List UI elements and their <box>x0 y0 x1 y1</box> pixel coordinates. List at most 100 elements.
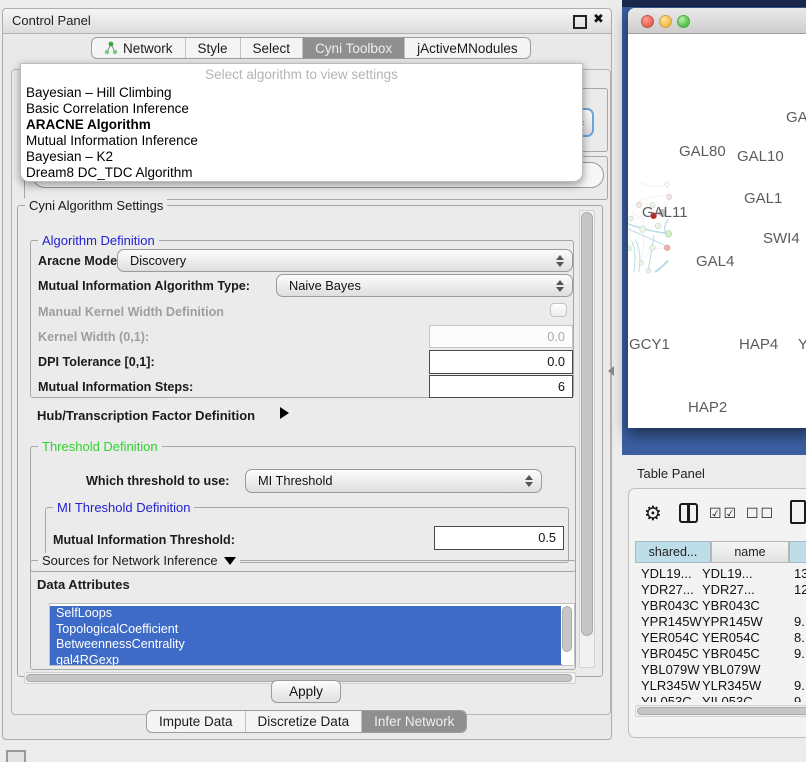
algorithm-option[interactable]: Mutual Information Inference <box>26 133 198 148</box>
settings-vscrollbar-thumb[interactable] <box>581 212 593 636</box>
settings-vscrollbar[interactable] <box>579 210 595 668</box>
columns-icon[interactable] <box>679 503 698 523</box>
sources-group: Sources for Network Inference Data Attri… <box>30 560 576 670</box>
cell[interactable]: 13 <box>794 566 806 581</box>
manual-kernel-label: Manual Kernel Width Definition <box>38 305 224 319</box>
dpi-tolerance-field[interactable]: 0.0 <box>429 350 573 374</box>
data-attributes-list[interactable]: SelfLoops TopologicalCoefficient Between… <box>49 603 575 666</box>
cell[interactable]: YER054C <box>641 630 699 645</box>
mi-threshold-field[interactable]: 0.5 <box>434 526 564 550</box>
traffic-light-zoom[interactable] <box>677 15 690 28</box>
algorithm-option[interactable]: Dream8 DC_TDC Algorithm <box>26 165 193 180</box>
tab-style[interactable]: Style <box>186 38 241 58</box>
collapsed-panel-button[interactable] <box>6 750 26 762</box>
control-panel-titlebar[interactable]: Control Panel ✖ <box>3 9 611 34</box>
cyni-settings-title: Cyni Algorithm Settings <box>25 198 167 213</box>
tab-cyni-toolbox[interactable]: Cyni Toolbox <box>303 38 405 58</box>
sources-collapse-arrow-icon[interactable] <box>224 557 236 565</box>
mi-type-label: Mutual Information Algorithm Type: <box>38 279 250 293</box>
table-hscrollbar[interactable] <box>635 705 806 717</box>
node-unlabeled[interactable] <box>665 182 670 187</box>
cell[interactable]: YDL19... <box>641 566 692 581</box>
cell[interactable]: YLR345W <box>641 678 700 693</box>
cell[interactable]: 9 <box>794 694 801 702</box>
tab-network[interactable]: Network <box>92 38 186 58</box>
list-vscrollbar-thumb[interactable] <box>562 606 572 652</box>
cell[interactable]: YIL053C <box>641 694 692 702</box>
manual-kernel-checkbox[interactable] <box>550 303 567 317</box>
table-hscrollbar-thumb[interactable] <box>637 707 806 715</box>
combo-arrows-icon <box>524 474 533 488</box>
cell[interactable]: 9. <box>794 646 805 661</box>
cell[interactable]: YLR345W <box>702 678 761 693</box>
list-item[interactable]: BetweennessCentrality <box>50 637 568 653</box>
tab-infer-network[interactable]: Infer Network <box>362 711 466 732</box>
apply-button[interactable]: Apply <box>271 680 341 703</box>
cell[interactable]: YBR045C <box>702 646 760 661</box>
cell[interactable]: YIL053C <box>702 694 753 702</box>
column-header-name[interactable]: name <box>711 541 789 563</box>
node-gal80[interactable] <box>636 202 641 207</box>
node-bottom[interactable] <box>646 269 651 274</box>
node-gal4[interactable] <box>640 226 646 232</box>
cell[interactable]: 12 <box>794 582 806 597</box>
checked-boxes-icon[interactable]: ☑☑ <box>709 506 738 522</box>
node-gcy1[interactable] <box>628 246 631 251</box>
node-label-hap4: HAP4 <box>739 336 778 353</box>
control-panel-tab-strip: Network Style Select Cyni Toolbox jActiv… <box>91 37 531 59</box>
cell[interactable]: 9. <box>794 614 805 629</box>
cell[interactable]: YBR043C <box>641 598 699 613</box>
tab-jactivemnodules[interactable]: jActiveMNodules <box>405 38 530 58</box>
hub-definition-label: Hub/Transcription Factor Definition <box>37 408 255 423</box>
traffic-light-minimize[interactable] <box>659 15 672 28</box>
node-gal-right[interactable] <box>667 194 672 199</box>
kernel-width-field[interactable]: 0.0 <box>429 325 573 348</box>
cell[interactable]: YER054C <box>702 630 760 645</box>
which-threshold-combo[interactable]: MI Threshold <box>245 469 542 493</box>
file-icon[interactable] <box>790 500 806 524</box>
cell[interactable]: YBR043C <box>702 598 760 613</box>
cell[interactable]: YBR045C <box>641 646 699 661</box>
list-item[interactable]: TopologicalCoefficient <box>50 622 568 638</box>
node-hap2[interactable] <box>639 261 644 266</box>
cell[interactable]: YPR145W <box>702 614 763 629</box>
column-header-shared[interactable]: shared... <box>635 541 711 563</box>
hub-expand-arrow-icon[interactable] <box>280 407 289 419</box>
column-header-cut[interactable] <box>789 541 806 563</box>
network-window-titlebar[interactable] <box>628 8 806 34</box>
node-y[interactable] <box>664 245 670 251</box>
unchecked-boxes-icon[interactable]: ☐☐ <box>746 506 775 522</box>
algorithm-option[interactable]: Bayesian – Hill Climbing <box>26 85 172 100</box>
cell[interactable]: YDL19... <box>702 566 753 581</box>
algorithm-option-selected[interactable]: ARACNE Algorithm <box>26 117 151 132</box>
cell[interactable]: YBL079W <box>702 662 761 677</box>
list-vscrollbar[interactable] <box>561 604 574 665</box>
aracne-mode-combo[interactable]: Discovery <box>117 249 573 272</box>
float-window-icon[interactable] <box>573 15 587 29</box>
cell[interactable]: YBL079W <box>641 662 700 677</box>
tab-select[interactable]: Select <box>241 38 304 58</box>
traffic-light-close[interactable] <box>641 15 654 28</box>
node-hap4[interactable] <box>650 245 656 251</box>
tab-impute-data[interactable]: Impute Data <box>147 711 246 732</box>
node-gal1[interactable] <box>655 223 661 229</box>
node-gal11[interactable] <box>628 216 633 221</box>
tab-jactivemnodules-label: jActiveMNodules <box>417 41 518 56</box>
panel-collapse-handle[interactable] <box>608 366 614 376</box>
cell[interactable]: YDR27... <box>702 582 755 597</box>
list-item[interactable]: SelfLoops <box>50 606 568 622</box>
list-item[interactable]: gal4RGexp <box>50 653 568 667</box>
mi-threshold-label: Mutual Information Threshold: <box>53 533 235 547</box>
algorithm-option[interactable]: Bayesian – K2 <box>26 149 113 164</box>
mi-steps-field[interactable]: 6 <box>429 375 573 398</box>
mi-type-combo[interactable]: Naive Bayes <box>276 274 573 297</box>
close-panel-icon[interactable]: ✖ <box>593 12 604 27</box>
cell[interactable]: 9. <box>794 678 805 693</box>
algorithm-option[interactable]: Basic Correlation Inference <box>26 101 189 116</box>
cell[interactable]: YDR27... <box>641 582 694 597</box>
node-swi4[interactable] <box>665 230 672 237</box>
gear-icon[interactable]: ⚙ <box>644 501 662 525</box>
cell[interactable]: 8. <box>794 630 805 645</box>
tab-discretize-data[interactable]: Discretize Data <box>246 711 363 732</box>
cell[interactable]: YPR145W <box>641 614 702 629</box>
